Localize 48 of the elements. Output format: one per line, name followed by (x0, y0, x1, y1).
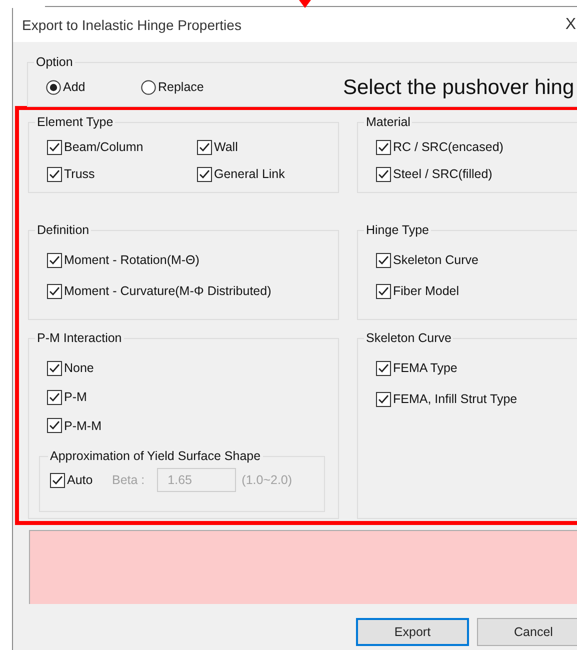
field-label: Beta : (112, 472, 145, 489)
checkbox-icon[interactable] (47, 418, 62, 434)
group-title: Element Type (35, 114, 116, 130)
checkbox-icon[interactable] (376, 166, 391, 182)
checkbox[interactable]: FEMA Type (376, 359, 577, 378)
range-text: (1.0~2.0) (242, 472, 292, 489)
dialog-button[interactable]: Export (356, 618, 469, 646)
window-title: Export to Inelastic Hinge Properties (22, 16, 242, 35)
checkbox-icon[interactable] (197, 166, 212, 182)
radio-button[interactable]: Add (46, 78, 141, 98)
checkbox-icon[interactable] (47, 252, 62, 268)
close-button[interactable]: X (565, 13, 576, 37)
checkbox-icon[interactable] (376, 392, 391, 407)
checkbox-icon[interactable] (47, 390, 62, 405)
dialog-button[interactable]: Cancel (477, 618, 577, 646)
checkbox[interactable]: Moment - Rotation(M-Θ) (47, 251, 330, 270)
checkbox[interactable]: Beam/Column (47, 138, 197, 157)
checkbox[interactable]: General Link (197, 164, 317, 184)
checkbox-icon[interactable] (47, 360, 62, 376)
checkbox[interactable]: P-M (47, 388, 330, 406)
checkbox-icon[interactable] (47, 140, 62, 155)
radio-icon[interactable] (46, 80, 61, 96)
radio-button[interactable]: Replace (141, 78, 251, 98)
checkbox[interactable]: Steel / SRC(filled) (376, 164, 577, 184)
checkbox[interactable]: Wall (197, 138, 317, 157)
checkbox-icon[interactable] (47, 284, 62, 299)
group-title: Hinge Type (364, 222, 432, 238)
checkbox[interactable]: Fiber Model (376, 282, 577, 300)
checkbox[interactable]: P-M-M (47, 416, 330, 436)
checkbox-icon[interactable] (197, 140, 212, 155)
annotation-text: Select the pushover hing (343, 75, 574, 101)
checkbox[interactable]: Skeleton Curve (376, 251, 577, 270)
radio-icon[interactable] (141, 80, 156, 96)
checkbox-icon[interactable] (376, 284, 391, 299)
checkbox-icon[interactable] (376, 252, 391, 268)
group-title: Option (34, 54, 75, 70)
checkbox[interactable]: Moment - Curvature(M-Φ Distributed) (47, 282, 330, 300)
checkbox-icon[interactable] (376, 140, 391, 155)
checkbox[interactable]: FEMA, Infill Strut Type (376, 390, 577, 408)
triangle-marker (299, 0, 311, 8)
checkbox[interactable]: RC / SRC(encased) (376, 138, 577, 157)
checkbox[interactable]: Truss (47, 164, 197, 184)
checkbox[interactable]: None (47, 359, 330, 378)
checkbox-icon[interactable] (376, 360, 391, 376)
checkbox-icon[interactable] (50, 472, 65, 488)
checkbox[interactable]: Auto (50, 470, 112, 490)
group-title: Approximation of Yield Surface Shape (48, 448, 263, 464)
checkbox-icon[interactable] (47, 166, 62, 182)
